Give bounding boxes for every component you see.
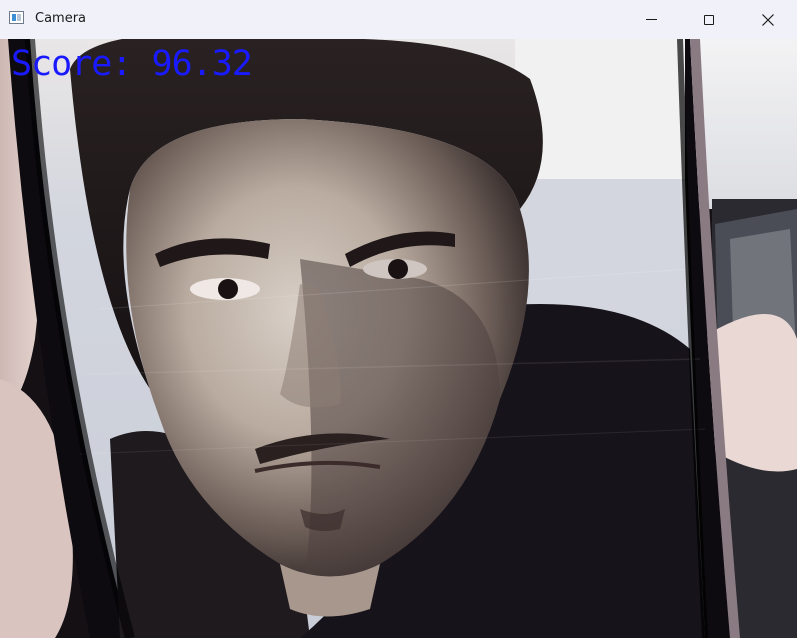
minimize-icon — [645, 19, 657, 20]
camera-window: Camera Score: 96.32 — [0, 0, 797, 638]
minimize-button[interactable] — [622, 0, 680, 39]
title-bar[interactable]: Camera — [0, 0, 797, 39]
maximize-button[interactable] — [680, 0, 738, 39]
camera-feed-image — [0, 39, 797, 638]
camera-app-icon — [9, 11, 24, 24]
maximize-icon — [704, 14, 714, 25]
close-button[interactable] — [739, 0, 797, 39]
score-overlay: Score: 96.32 — [11, 44, 253, 84]
close-icon — [762, 13, 774, 26]
camera-feed-scene — [0, 39, 797, 638]
window-title: Camera — [35, 11, 87, 26]
